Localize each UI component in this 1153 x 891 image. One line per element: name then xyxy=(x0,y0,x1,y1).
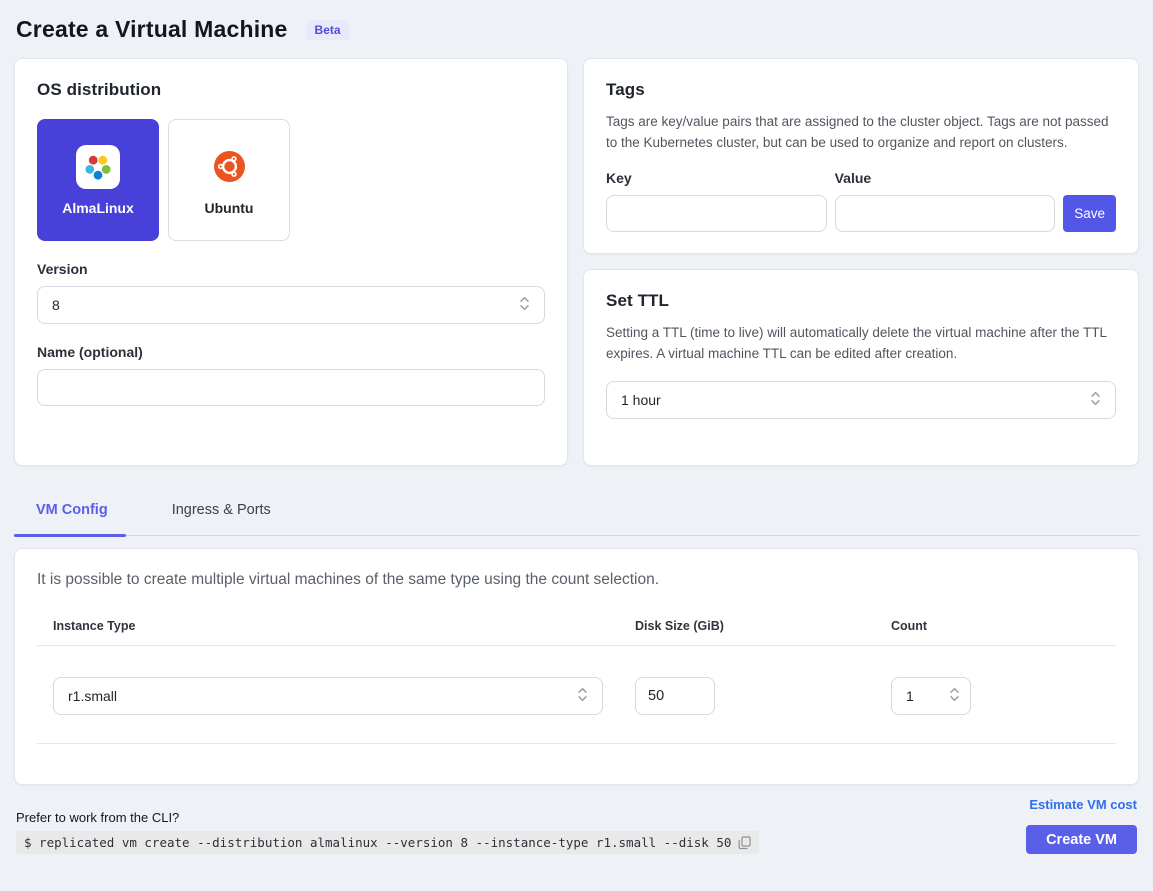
instance-type-value: r1.small xyxy=(68,688,117,704)
ttl-card: Set TTL Setting a TTL (time to live) wil… xyxy=(583,269,1139,466)
column-header-disk-size: Disk Size (GiB) xyxy=(635,619,891,645)
vm-name-label: Name (optional) xyxy=(37,344,545,360)
almalinux-logo-icon xyxy=(76,145,120,189)
create-vm-page: Create a Virtual Machine Beta OS distrib… xyxy=(0,0,1153,870)
right-column: Tags Tags are key/value pairs that are a… xyxy=(583,58,1139,466)
cli-command-bar: $ replicated vm create --distribution al… xyxy=(16,831,759,854)
footer-actions: Estimate VM cost Create VM xyxy=(1026,797,1137,854)
cli-block: Prefer to work from the CLI? $ replicate… xyxy=(16,810,759,854)
tab-ingress-ports[interactable]: Ingress & Ports xyxy=(150,493,291,535)
vm-name-input[interactable] xyxy=(37,369,545,406)
version-label: Version xyxy=(37,261,545,277)
tag-save-column: Save xyxy=(1063,170,1116,232)
ttl-select[interactable]: 1 hour xyxy=(606,381,1116,419)
os-tile-label: Ubuntu xyxy=(205,200,254,216)
tag-value-label: Value xyxy=(835,170,1056,186)
cli-prompt: Prefer to work from the CLI? xyxy=(16,810,759,825)
estimate-vm-cost-link[interactable]: Estimate VM cost xyxy=(1029,797,1137,812)
tag-value-input[interactable] xyxy=(835,195,1056,232)
tags-heading: Tags xyxy=(606,80,1116,100)
chevron-up-down-icon xyxy=(519,295,530,315)
os-tile-almalinux[interactable]: AlmaLinux xyxy=(37,119,159,241)
beta-badge: Beta xyxy=(306,20,350,40)
count-value: 1 xyxy=(906,688,914,704)
ttl-description: Setting a TTL (time to live) will automa… xyxy=(606,323,1116,365)
column-header-count: Count xyxy=(891,619,1116,645)
instance-type-cell: r1.small xyxy=(53,677,635,715)
os-tile-ubuntu[interactable]: Ubuntu xyxy=(168,119,290,241)
tag-key-label: Key xyxy=(606,170,827,186)
cli-command: $ replicated vm create --distribution al… xyxy=(24,835,731,850)
instance-type-select[interactable]: r1.small xyxy=(53,677,603,715)
copy-icon[interactable] xyxy=(738,836,751,850)
disk-size-cell xyxy=(635,677,891,715)
vm-table-row: r1.small 1 xyxy=(37,646,1116,715)
tags-form-row: Key Value Save xyxy=(606,170,1116,232)
tag-value-column: Value xyxy=(835,170,1056,232)
column-header-instance-type: Instance Type xyxy=(53,619,635,645)
chevron-up-down-icon xyxy=(949,686,960,706)
disk-size-input[interactable] xyxy=(635,677,715,715)
ubuntu-logo-icon xyxy=(214,145,245,189)
count-stepper[interactable]: 1 xyxy=(891,677,971,715)
version-select-value: 8 xyxy=(52,297,60,313)
os-distribution-card: OS distribution AlmaLinux xyxy=(14,58,568,466)
count-cell: 1 xyxy=(891,677,1116,715)
tag-key-column: Key xyxy=(606,170,827,232)
page-title: Create a Virtual Machine xyxy=(16,16,288,43)
create-vm-button[interactable]: Create VM xyxy=(1026,825,1137,854)
page-header: Create a Virtual Machine Beta xyxy=(14,12,1139,43)
os-distribution-heading: OS distribution xyxy=(37,80,545,100)
ttl-heading: Set TTL xyxy=(606,291,1116,311)
tags-card: Tags Tags are key/value pairs that are a… xyxy=(583,58,1139,254)
version-select[interactable]: 8 xyxy=(37,286,545,324)
vm-table-header: Instance Type Disk Size (GiB) Count xyxy=(37,619,1116,645)
tag-key-input[interactable] xyxy=(606,195,827,232)
top-cards-row: OS distribution AlmaLinux xyxy=(14,58,1139,466)
tab-vm-config[interactable]: VM Config xyxy=(14,493,126,535)
chevron-up-down-icon xyxy=(1090,390,1101,410)
vm-config-card: It is possible to create multiple virtua… xyxy=(14,548,1139,785)
chevron-up-down-icon xyxy=(577,686,588,706)
tags-description: Tags are key/value pairs that are assign… xyxy=(606,112,1116,154)
vm-config-intro: It is possible to create multiple virtua… xyxy=(37,571,1116,589)
vm-table: Instance Type Disk Size (GiB) Count r1.s… xyxy=(37,619,1116,764)
ttl-select-value: 1 hour xyxy=(621,392,661,408)
os-tiles: AlmaLinux xyxy=(37,119,545,241)
page-footer: Prefer to work from the CLI? $ replicate… xyxy=(14,797,1139,854)
tab-bar: VM Config Ingress & Ports xyxy=(14,493,1139,536)
os-tile-label: AlmaLinux xyxy=(62,200,134,216)
save-tag-button[interactable]: Save xyxy=(1063,195,1116,232)
